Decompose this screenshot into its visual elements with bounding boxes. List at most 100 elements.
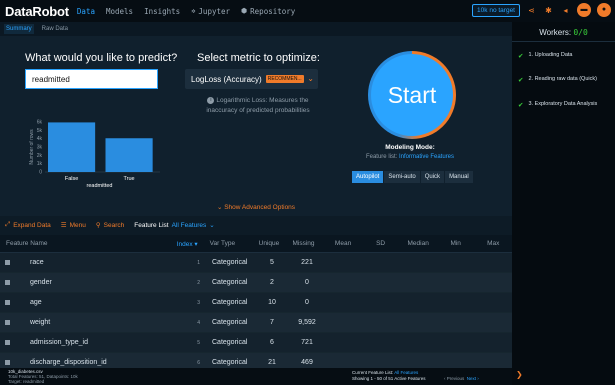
mode-semi-auto-button[interactable]: Semi-auto: [384, 171, 420, 183]
current-feature-list-link[interactable]: All Features: [394, 370, 418, 375]
feature-toolbar: ⤢ Expand Data ☰ Menu ⚲ Search Feature List A…: [0, 216, 512, 234]
workers-count[interactable]: 0/0: [573, 28, 587, 37]
nav-jupyter[interactable]: ✲ Jupyter: [191, 7, 230, 16]
notification-icon[interactable]: ◂: [560, 6, 571, 15]
row-checkbox[interactable]: [0, 320, 12, 325]
feature-index: 3: [197, 299, 200, 306]
y-tick-label: 1k: [37, 161, 43, 167]
table-row[interactable]: admission_type_id 5 Categorical 6 721: [0, 333, 512, 353]
main-nav: Data Models Insights ✲ Jupyter ⬢ Repositor…: [77, 7, 295, 16]
predict-question: What would you like to predict?: [25, 52, 178, 64]
col-min[interactable]: Min: [437, 240, 475, 247]
settings-icon[interactable]: ✱: [543, 6, 554, 15]
feature-table: Feature Name Index ▾ Var Type Unique Mis…: [0, 235, 512, 373]
mode-buttons: Autopilot Semi-auto Quick Manual: [352, 171, 473, 183]
col-unique[interactable]: Unique: [255, 240, 283, 247]
user-avatar-icon[interactable]: ●: [597, 3, 611, 17]
table-row[interactable]: race 1 Categorical 5 221: [0, 253, 512, 273]
row-checkbox[interactable]: [0, 260, 12, 265]
col-mean[interactable]: Mean: [324, 240, 362, 247]
target-input[interactable]: readmitted: [25, 69, 158, 89]
info-icon: i: [207, 96, 215, 104]
x-tick-label: False: [65, 176, 78, 182]
feature-name: age: [30, 299, 42, 306]
feature-type: Categorical: [212, 359, 248, 366]
chevron-right-icon[interactable]: ❯: [516, 370, 523, 379]
row-checkbox[interactable]: [0, 340, 12, 345]
expand-data-button[interactable]: ⤢ Expand Data: [5, 221, 51, 229]
feature-list-status: Current Feature List: All Features Showi…: [352, 370, 426, 381]
col-sd[interactable]: SD: [362, 240, 400, 247]
table-row[interactable]: weight 4 Categorical 7 9,592: [0, 313, 512, 333]
histogram-bar: [48, 122, 96, 172]
table-row[interactable]: gender 2 Categorical 2 0: [0, 273, 512, 293]
histogram-chart: 0 1k 2k 3k 4k 5k 6kNumber of rows False True read…: [29, 120, 160, 189]
metric-description: i Logarithmic Loss: Measures the inaccura…: [206, 96, 310, 114]
chevron-down-icon: ⌄: [307, 74, 314, 83]
feature-name: weight: [30, 319, 51, 326]
feature-name: admission_type_id: [30, 339, 88, 346]
feature-list-line: Feature list: Informative Features: [365, 154, 455, 160]
row-checkbox[interactable]: [0, 280, 12, 285]
feature-missing: 469: [301, 359, 313, 366]
dataset-info: 10k_diabetes.csv Total Features: 51, Dat…: [8, 369, 78, 384]
showing-count: Showing 1 - 50 of 51 Active Features: [352, 376, 426, 381]
nav-repository[interactable]: ⬢ Repository: [241, 7, 295, 16]
worker-step: ✔ 3. Exploratory Data Analysis: [518, 101, 598, 109]
dataset-target: Target: readmitted: [8, 379, 45, 384]
table-body: race 1 Categorical 5 221 gender 2 Catego…: [0, 253, 512, 373]
mode-autopilot-button[interactable]: Autopilot: [352, 171, 384, 183]
project-name-button[interactable]: 10k no target: [472, 3, 520, 17]
col-index[interactable]: Index ▾: [170, 240, 198, 248]
col-median[interactable]: Median: [399, 240, 437, 247]
row-checkbox[interactable]: [0, 300, 12, 305]
row-checkbox[interactable]: [0, 360, 12, 365]
tab-summary[interactable]: Summary: [4, 24, 34, 34]
app-logo: DataRobot: [5, 3, 69, 19]
start-button[interactable]: Start: [371, 54, 453, 136]
advanced-options-link[interactable]: ⌄ Show Advanced Options: [0, 203, 512, 211]
nav-models[interactable]: Models: [106, 7, 133, 16]
metric-dropdown[interactable]: LogLoss (Accuracy) RECOMMEN... ⌄: [185, 69, 318, 89]
feature-unique: 21: [268, 359, 276, 366]
search-icon: ⚲: [95, 222, 101, 229]
repository-icon: ⬢: [241, 7, 248, 15]
feature-unique: 2: [270, 279, 274, 286]
col-max[interactable]: Max: [474, 240, 512, 247]
top-right-controls: 10k no target ⋖ ✱ ◂ ▬ ●: [472, 3, 611, 17]
check-icon: ✔: [518, 53, 524, 60]
start-ring: Start: [368, 51, 456, 139]
feature-index: 6: [197, 359, 200, 366]
search-button[interactable]: ⚲ Search: [95, 221, 124, 230]
workers-divider: [512, 41, 615, 42]
col-feature-name[interactable]: Feature Name: [0, 240, 170, 247]
feature-missing: 0: [305, 299, 309, 306]
nav-insights[interactable]: Insights: [144, 7, 180, 16]
worker-step: ✔ 2. Reading raw data (Quick): [518, 76, 597, 84]
col-var-type[interactable]: Var Type: [198, 240, 255, 247]
feature-list-selector[interactable]: Feature List All Features ⌄: [134, 221, 214, 230]
workers-panel: Workers: 0/0 ✔ 1. Uploading Data ✔ 2. Read…: [512, 22, 615, 385]
next-page-button[interactable]: Next ›: [467, 376, 479, 381]
feature-index: 4: [197, 319, 200, 326]
mode-quick-button[interactable]: Quick: [420, 171, 445, 183]
feature-list-link[interactable]: Informative Features: [399, 154, 454, 160]
nav-data[interactable]: Data: [77, 7, 95, 16]
worker-step: ✔ 1. Uploading Data: [518, 52, 573, 60]
y-tick-label: 4k: [37, 136, 43, 142]
share-icon[interactable]: ⋖: [526, 6, 537, 15]
jupyter-icon: ✲: [191, 7, 196, 15]
table-row[interactable]: age 3 Categorical 10 0: [0, 293, 512, 313]
tab-raw-data[interactable]: Raw Data: [40, 24, 70, 34]
folder-icon[interactable]: ▬: [577, 3, 591, 17]
y-tick-label: 2k: [37, 153, 43, 159]
menu-button[interactable]: ☰ Menu: [61, 221, 86, 230]
workers-header: Workers: 0/0: [539, 28, 588, 37]
previous-page-button[interactable]: ‹ Previous: [444, 376, 464, 381]
feature-name: gender: [30, 279, 52, 286]
expand-icon: ⤢: [5, 221, 11, 228]
feature-type: Categorical: [212, 259, 248, 266]
col-missing[interactable]: Missing: [283, 240, 325, 247]
mode-manual-button[interactable]: Manual: [445, 171, 473, 183]
feature-unique: 5: [270, 259, 274, 266]
